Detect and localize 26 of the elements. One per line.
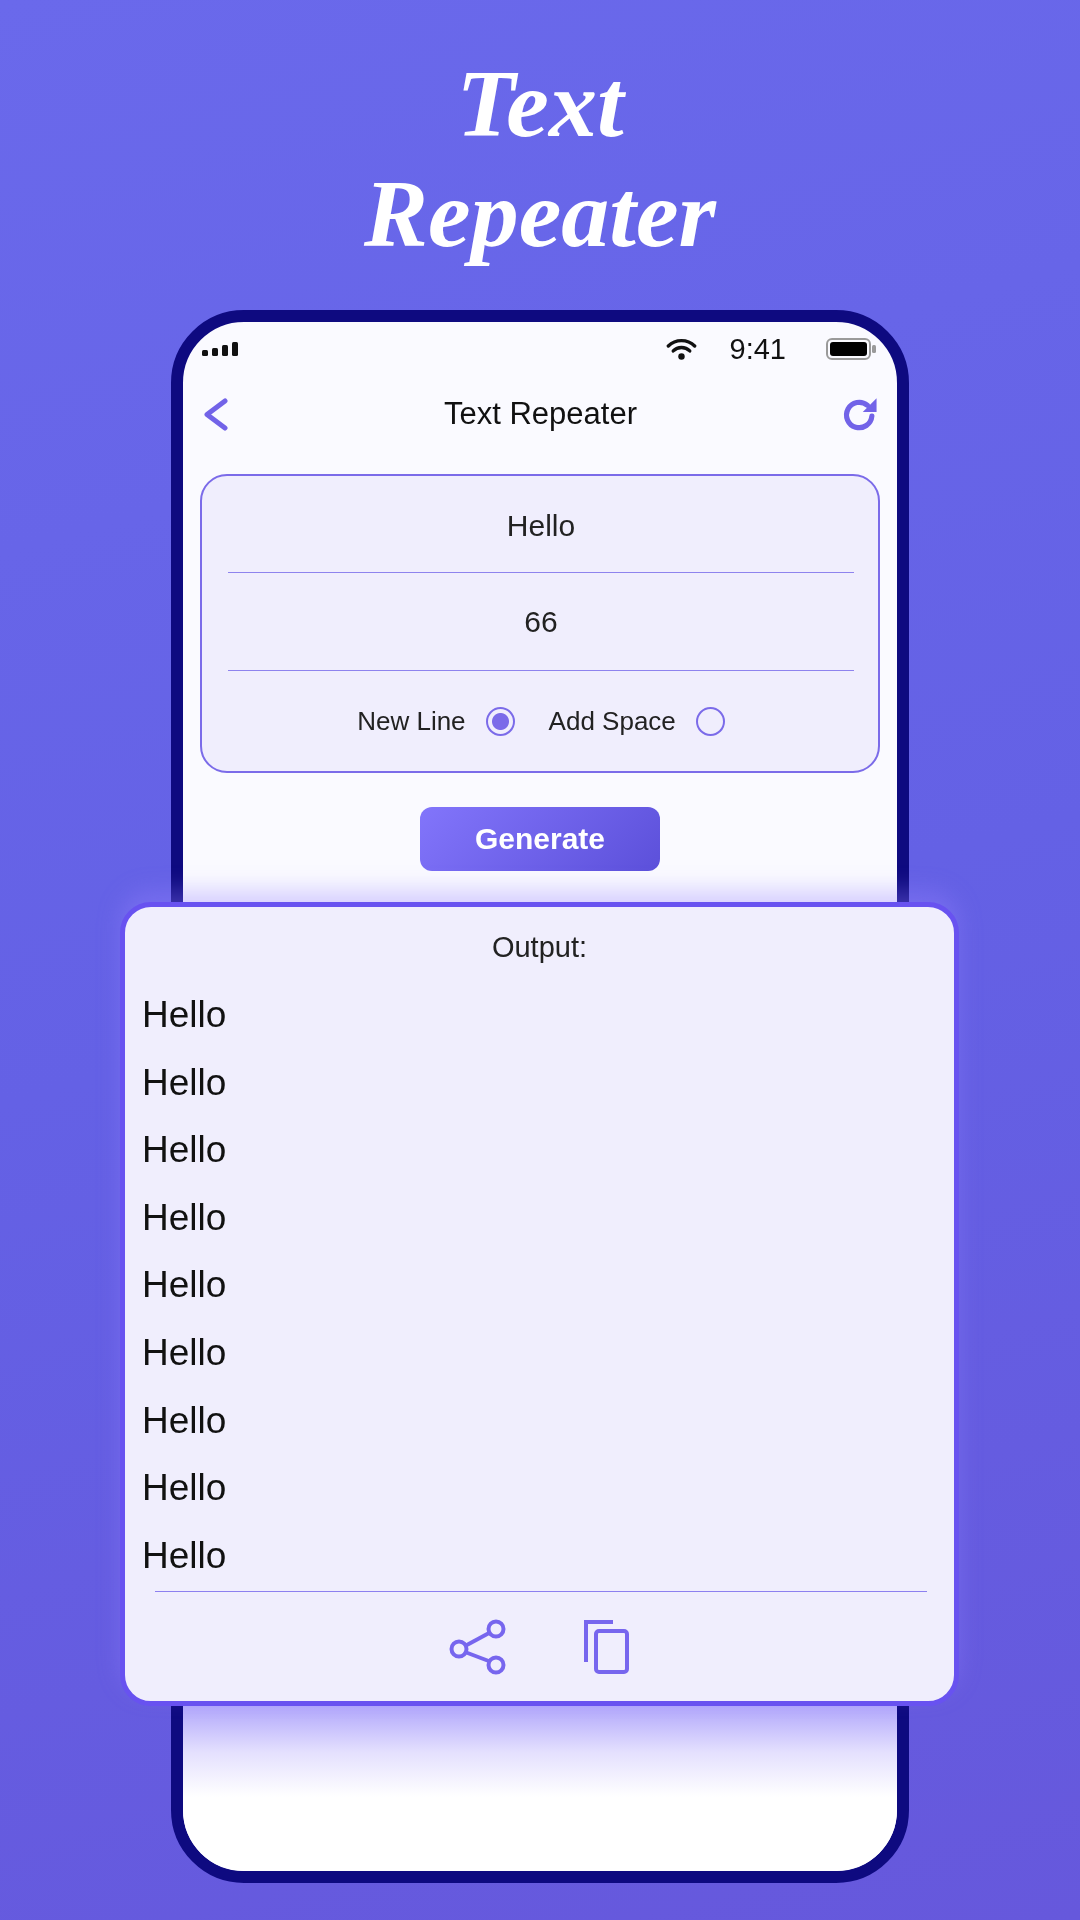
output-line: Hello	[142, 1060, 227, 1105]
share-icon[interactable]	[449, 1618, 506, 1675]
output-line: Hello	[142, 1263, 227, 1308]
radio-label[interactable]: New Line	[357, 705, 466, 737]
generate-button[interactable]: Generate	[420, 807, 660, 871]
battery-icon	[826, 338, 876, 360]
output-line: Hello	[142, 1533, 227, 1578]
back-icon[interactable]	[202, 397, 229, 431]
output-line: Hello	[142, 1128, 227, 1173]
text-input-field[interactable]: Hello	[228, 484, 854, 573]
output-label: Output:	[491, 930, 588, 965]
output-line: Hello	[142, 1398, 227, 1443]
status-time: 9:41	[729, 332, 786, 366]
screen-title: Text Repeater	[444, 396, 637, 432]
wifi-icon	[665, 338, 697, 360]
radio-button[interactable]	[695, 706, 725, 736]
radio-button[interactable]	[485, 706, 515, 736]
output-line: Hello	[142, 1466, 227, 1511]
copy-icon[interactable]	[583, 1618, 630, 1675]
output-line: Hello	[142, 1195, 227, 1240]
radio-label[interactable]: Add Space	[548, 705, 676, 737]
count-input-field[interactable]: 66	[228, 573, 854, 671]
signal-icon	[202, 342, 238, 356]
output-line: Hello	[142, 993, 227, 1037]
headline: Text Repeater	[363, 49, 718, 269]
output-line: Hello	[142, 1330, 227, 1375]
